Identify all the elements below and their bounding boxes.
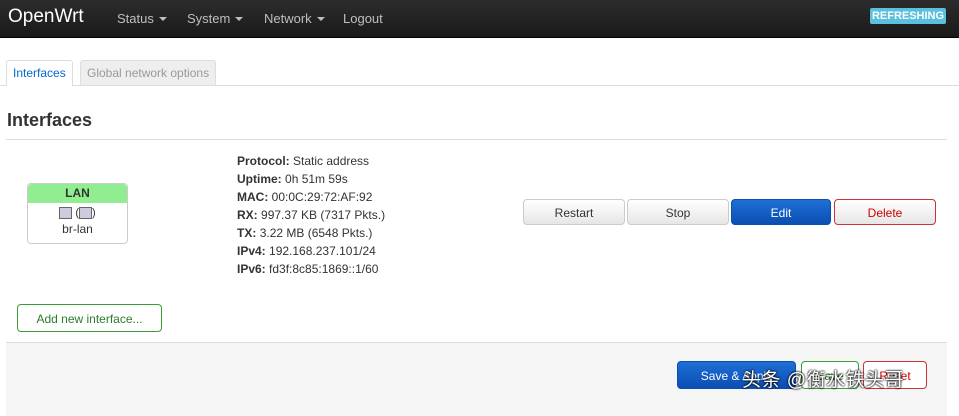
network-icon — [79, 207, 93, 220]
ethernet-port-icon — [59, 207, 73, 220]
tab-interfaces[interactable]: Interfaces — [6, 60, 73, 86]
restart-button[interactable]: Restart — [523, 199, 625, 225]
bridge-icon: () — [75, 207, 96, 220]
menu-system-label: System — [187, 11, 231, 26]
status-value: 0h 51m 59s — [285, 172, 348, 186]
watermark: 头条 @衡水铁头哥 — [742, 370, 905, 391]
status-label: RX: — [237, 208, 258, 222]
menu-status-label: Status — [117, 11, 154, 26]
divider — [6, 139, 947, 140]
status-value: fd3f:8c85:1869::1/60 — [269, 262, 379, 276]
status-value: Static address — [293, 154, 370, 168]
menu-network-label: Network — [264, 11, 312, 26]
status-label: TX: — [237, 226, 257, 240]
interface-name: LAN — [28, 184, 127, 203]
status-row-tx: TX: 3.22 MB (6548 Pkts.) — [237, 224, 385, 242]
status-value: 3.22 MB (6548 Pkts.) — [259, 226, 373, 240]
chevron-down-icon — [235, 17, 244, 21]
menu-status[interactable]: Status — [117, 11, 167, 26]
status-value: 997.37 KB (7317 Pkts.) — [261, 208, 386, 222]
status-row-ipv4: IPv4: 192.168.237.101/24 — [237, 242, 385, 260]
stop-button[interactable]: Stop — [627, 199, 729, 225]
menu-system[interactable]: System — [187, 11, 244, 26]
page-title: Interfaces — [7, 110, 93, 130]
delete-button[interactable]: Delete — [834, 199, 936, 225]
status-row-uptime: Uptime: 0h 51m 59s — [237, 170, 385, 188]
status-row-ipv6: IPv6: fd3f:8c85:1869::1/60 — [237, 260, 385, 278]
status-label: IPv6: — [237, 262, 266, 276]
tab-bar: Interfaces Global network options — [0, 60, 959, 86]
status-label: Protocol: — [237, 154, 290, 168]
brand-logo[interactable]: OpenWrt — [8, 6, 84, 28]
chevron-down-icon — [316, 17, 325, 21]
interface-badge: LAN () br-lan — [27, 183, 128, 244]
status-value: 192.168.237.101/24 — [269, 244, 376, 258]
status-row-mac: MAC: 00:0C:29:72:AF:92 — [237, 188, 385, 206]
add-new-interface-button[interactable]: Add new interface... — [17, 304, 162, 332]
menu-logout[interactable]: Logout — [343, 11, 383, 26]
status-label: MAC: — [237, 190, 269, 204]
chevron-down-icon — [158, 17, 167, 21]
interface-status: Protocol: Static address Uptime: 0h 51m … — [237, 152, 385, 278]
status-label: IPv4: — [237, 244, 266, 258]
status-value: 00:0C:29:72:AF:92 — [271, 190, 373, 204]
menu-network[interactable]: Network — [264, 11, 325, 26]
edit-button[interactable]: Edit — [731, 199, 831, 225]
interface-icons: () — [28, 207, 127, 221]
status-row-rx: RX: 997.37 KB (7317 Pkts.) — [237, 206, 385, 224]
top-navbar: OpenWrt Status System Network Logout REF… — [0, 0, 959, 38]
interface-device: br-lan — [62, 222, 93, 236]
tab-global-network-options[interactable]: Global network options — [80, 60, 217, 85]
status-label: Uptime: — [237, 172, 282, 186]
status-row-protocol: Protocol: Static address — [237, 152, 385, 170]
refreshing-badge[interactable]: REFRESHING — [870, 8, 946, 24]
